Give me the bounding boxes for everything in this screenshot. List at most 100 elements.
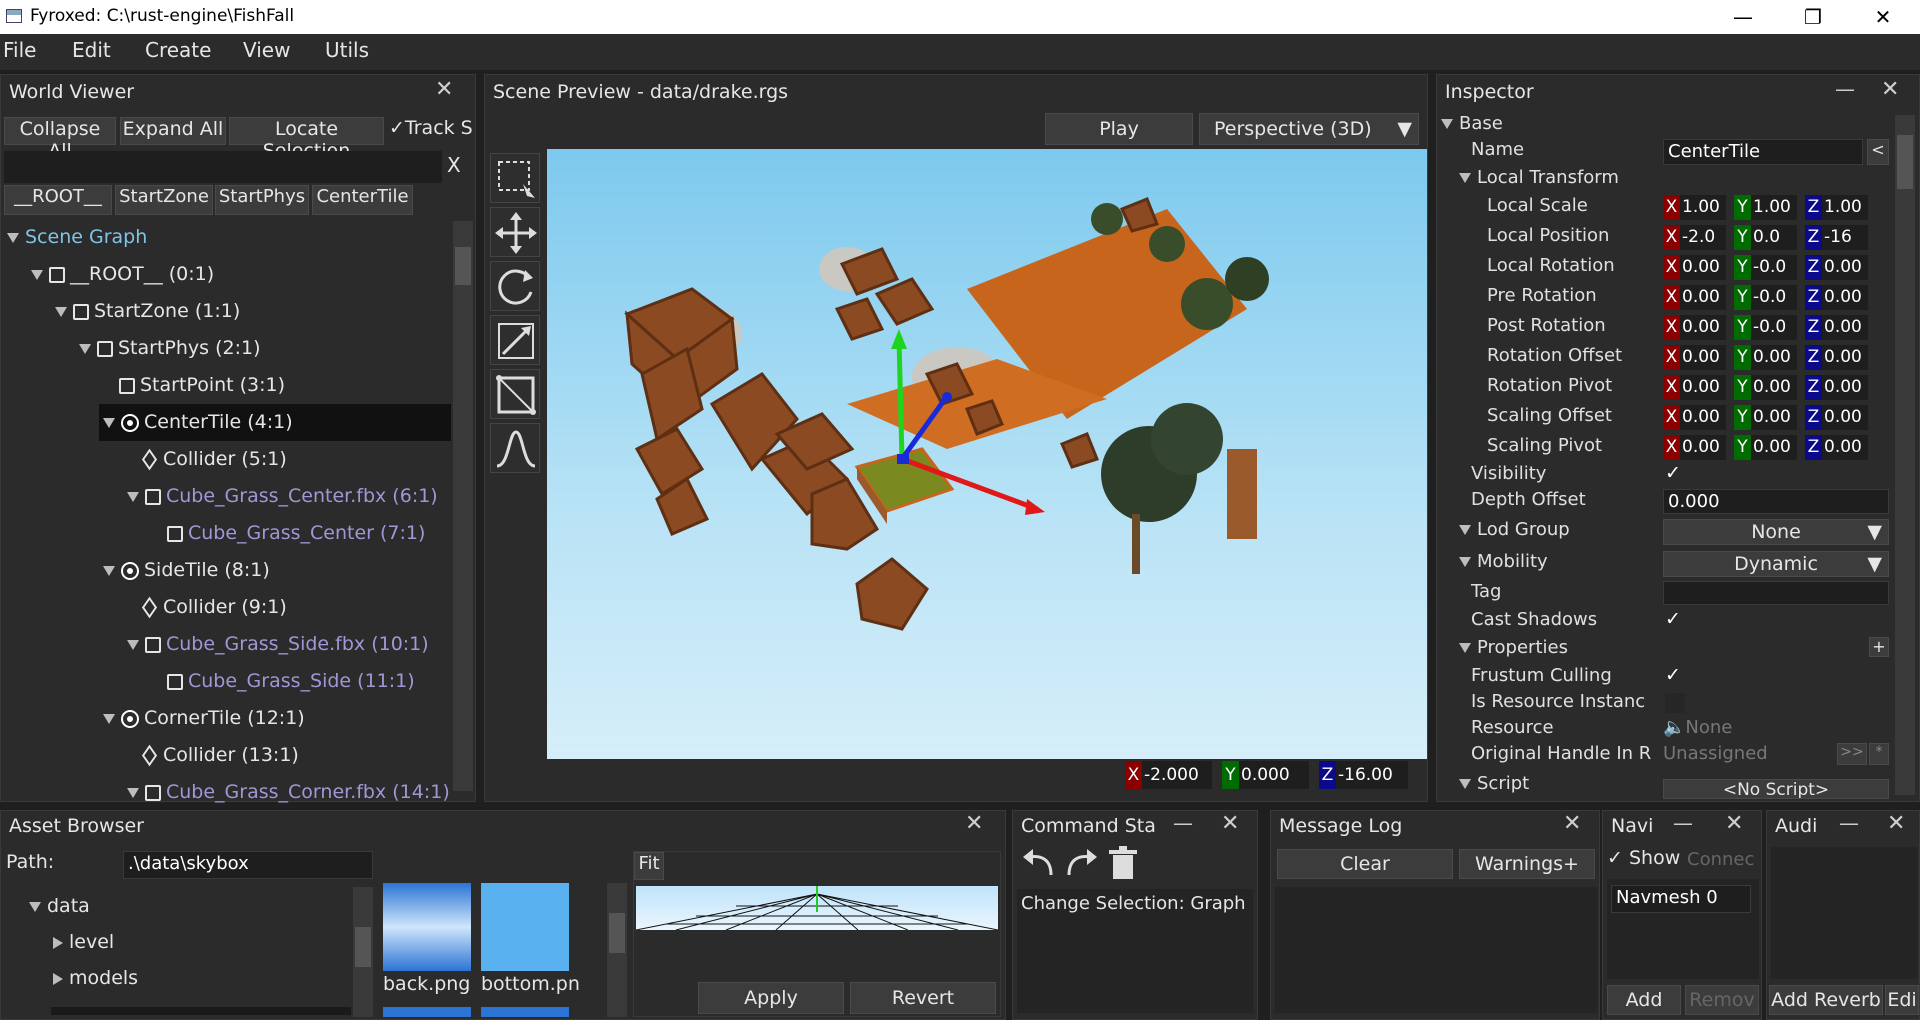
breadcrumb-centertile[interactable]: CenterTile	[312, 185, 413, 215]
y-value[interactable]: -0.0	[1751, 315, 1797, 340]
minimize-panel-icon[interactable]: —	[1839, 811, 1859, 835]
x-value[interactable]: 0.00	[1680, 375, 1726, 400]
menu-view[interactable]: View	[243, 38, 290, 62]
folders-scrollbar-thumb[interactable]	[355, 927, 371, 967]
resize-tool-icon[interactable]	[490, 369, 540, 419]
z-value[interactable]: -16	[1822, 225, 1868, 250]
visibility-checkbox[interactable]: ✓	[1665, 463, 1685, 483]
pick-handle-button[interactable]: *	[1869, 743, 1889, 765]
z-value[interactable]: 0.00	[1822, 405, 1868, 430]
tree-row[interactable]: Collider (13:1)	[141, 737, 299, 774]
close-command-stack-icon[interactable]: ✕	[1221, 811, 1239, 836]
y-value[interactable]: 0.00	[1751, 345, 1797, 370]
minimize-panel-icon[interactable]: —	[1673, 811, 1693, 835]
close-window-button[interactable]: ✕	[1848, 0, 1918, 34]
close-asset-browser-icon[interactable]: ✕	[965, 811, 983, 836]
tree-row-selected[interactable]: CenterTile (4:1)	[99, 404, 451, 441]
menu-create[interactable]: Create	[145, 38, 211, 62]
minimize-panel-icon[interactable]: —	[1173, 811, 1193, 835]
locate-selection-button[interactable]: Locate Selection	[229, 117, 384, 162]
tree-row[interactable]: StartPhys (2:1)	[79, 330, 261, 367]
breadcrumb-startphys[interactable]: StartPhys	[215, 185, 309, 215]
z-value[interactable]: 1.00	[1822, 195, 1868, 220]
clear-log-button[interactable]: Clear	[1277, 849, 1453, 879]
add-reverb-button[interactable]: Add Reverb	[1769, 985, 1883, 1015]
is-resource-instance-checkbox[interactable]	[1665, 693, 1685, 713]
close-audio-icon[interactable]: ✕	[1887, 811, 1905, 836]
base-section[interactable]: Base	[1441, 113, 1503, 134]
expand-all-button[interactable]: Expand All	[120, 117, 226, 145]
folder-models[interactable]: models	[53, 967, 138, 989]
undo-icon[interactable]	[1019, 845, 1059, 881]
mobility-section[interactable]: Mobility	[1459, 551, 1548, 572]
select-tool-icon[interactable]	[490, 153, 540, 203]
collapse-all-button[interactable]: Collapse All	[4, 117, 116, 162]
tree-row[interactable]: Cube_Grass_Corner.fbx (14:1)	[127, 774, 450, 803]
properties-section[interactable]: Properties	[1459, 637, 1568, 658]
local-position-field[interactable]: X -2.0 Y 0.0 Z -16	[1663, 225, 1868, 250]
y-value[interactable]: 0.00	[1751, 405, 1797, 430]
tree-row[interactable]: Collider (9:1)	[141, 589, 287, 626]
menu-utils[interactable]: Utils	[325, 38, 369, 62]
cast-shadows-checkbox[interactable]: ✓	[1665, 609, 1685, 629]
close-navmesh-icon[interactable]: ✕	[1725, 811, 1743, 836]
y-value[interactable]: -0.0	[1751, 285, 1797, 310]
folder-selected-row[interactable]	[51, 1007, 351, 1015]
pre-rotation-field[interactable]: X 0.00 Y -0.0 Z 0.00	[1663, 285, 1868, 310]
z-value[interactable]: 0.00	[1822, 375, 1868, 400]
tree-row[interactable]: Cube_Grass_Side.fbx (10:1)	[127, 626, 429, 663]
restore-button[interactable]: ❐	[1778, 0, 1848, 34]
rotation-offset-field[interactable]: X 0.00 Y 0.00 Z 0.00	[1663, 345, 1868, 370]
tree-row[interactable]: Collider (5:1)	[141, 441, 287, 478]
x-coord-field[interactable]: -2.000	[1142, 761, 1212, 789]
y-value[interactable]: 0.0	[1751, 225, 1797, 250]
close-world-viewer-icon[interactable]: ✕	[435, 77, 453, 102]
apply-button[interactable]: Apply	[698, 982, 844, 1014]
script-dropdown[interactable]: <No Script>	[1663, 779, 1889, 799]
y-value[interactable]: -0.0	[1751, 255, 1797, 280]
scale-tool-icon[interactable]	[490, 315, 540, 365]
search-clear-button[interactable]: X	[447, 153, 461, 177]
folder-level[interactable]: level	[53, 931, 114, 953]
close-inspector-icon[interactable]: ✕	[1881, 77, 1899, 102]
mobility-dropdown[interactable]: Dynamic ▼	[1663, 551, 1889, 577]
tree-row[interactable]: SideTile (8:1)	[103, 552, 270, 589]
close-message-log-icon[interactable]: ✕	[1563, 811, 1581, 836]
x-value[interactable]: 0.00	[1680, 405, 1726, 430]
x-value[interactable]: 0.00	[1680, 285, 1726, 310]
move-tool-icon[interactable]	[490, 207, 540, 257]
camera-mode-dropdown[interactable]: Perspective (3D) ▼	[1199, 113, 1419, 145]
x-value[interactable]: 0.00	[1680, 435, 1726, 460]
navigate-handle-button[interactable]: >>	[1837, 743, 1867, 765]
connect-button[interactable]: Connec	[1687, 849, 1759, 870]
search-input[interactable]	[4, 151, 442, 183]
folder-data[interactable]: data	[29, 895, 90, 917]
tree-row[interactable]: Cube_Grass_Side (11:1)	[167, 663, 415, 700]
rotation-pivot-field[interactable]: X 0.00 Y 0.00 Z 0.00	[1663, 375, 1868, 400]
z-coord-field[interactable]: -16.00	[1336, 761, 1408, 789]
redo-icon[interactable]	[1061, 845, 1101, 881]
y-value[interactable]: 1.00	[1751, 195, 1797, 220]
file-thumbnail-row2[interactable]	[481, 1007, 569, 1017]
add-property-button[interactable]: +	[1869, 637, 1889, 657]
tree-row[interactable]: StartPoint (3:1)	[119, 367, 285, 404]
files-scrollbar[interactable]	[607, 883, 627, 1017]
script-section[interactable]: Script	[1459, 773, 1529, 797]
y-value[interactable]: 0.00	[1751, 435, 1797, 460]
scaling-pivot-field[interactable]: X 0.00 Y 0.00 Z 0.00	[1663, 435, 1868, 460]
warnings-filter-button[interactable]: Warnings+	[1459, 849, 1595, 879]
tree-row[interactable]: Cube_Grass_Center.fbx (6:1)	[127, 478, 438, 515]
rotate-tool-icon[interactable]	[490, 261, 540, 311]
minimize-button[interactable]: —	[1708, 0, 1778, 34]
x-value[interactable]: 0.00	[1680, 345, 1726, 370]
y-coord-field[interactable]: 0.000	[1239, 761, 1309, 789]
tree-scrollbar[interactable]	[453, 221, 473, 791]
revert-button[interactable]: Revert	[850, 982, 996, 1014]
z-value[interactable]: 0.00	[1822, 315, 1868, 340]
add-navmesh-button[interactable]: Add	[1607, 985, 1681, 1015]
track-selection-checkbox[interactable]: ✓Track S	[389, 117, 479, 145]
x-value[interactable]: 0.00	[1680, 315, 1726, 340]
breadcrumb-root[interactable]: __ROOT__	[4, 185, 112, 215]
tree-row[interactable]: Scene Graph	[7, 219, 147, 256]
tree-row[interactable]: Cube_Grass_Center (7:1)	[167, 515, 425, 552]
